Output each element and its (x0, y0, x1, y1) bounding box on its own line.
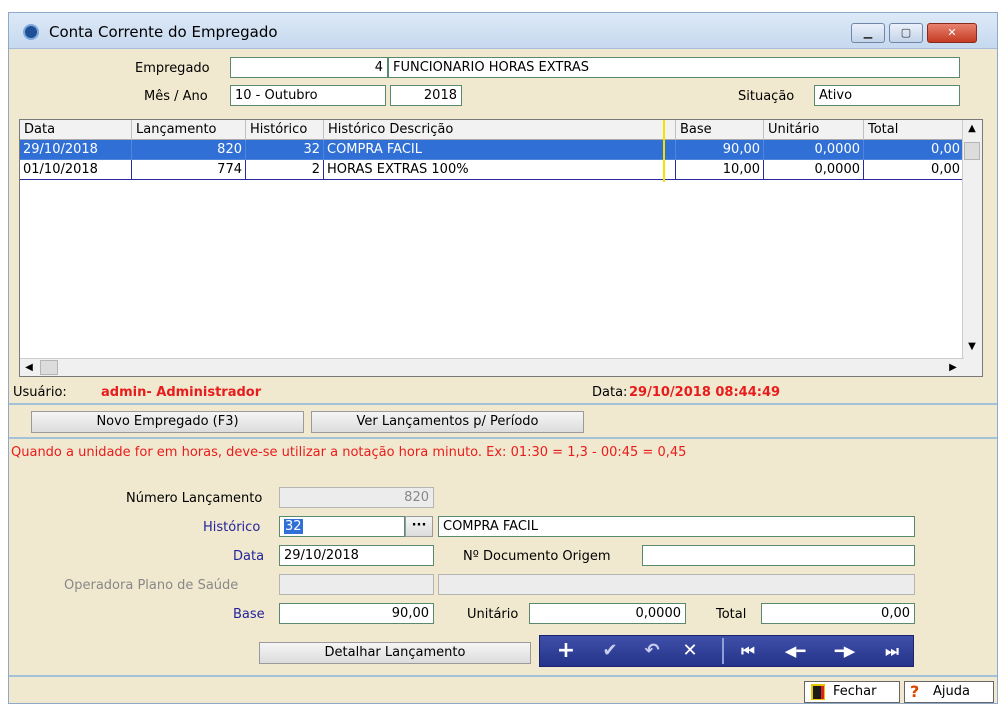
numero-lancamento-label: Número Lançamento (126, 491, 263, 506)
historico-lookup-button[interactable]: ··· (405, 516, 433, 537)
operadora-label: Operadora Plano de Saúde (64, 578, 239, 593)
main-window: Conta Corrente do Empregado ▁ ▢ ✕ Empreg… (8, 12, 998, 704)
app-icon (23, 24, 39, 40)
window-title: Conta Corrente do Empregado (49, 23, 278, 41)
first-record-icon[interactable]: ⏮ (732, 638, 764, 664)
base-field[interactable]: 90,00 (279, 603, 434, 624)
cell-base: 90,00 (676, 140, 764, 160)
cell-historico: 2 (246, 160, 324, 180)
next-record-icon[interactable]: ━▶ (820, 638, 870, 664)
unitario-field[interactable]: 0,0000 (529, 603, 686, 624)
separator (9, 437, 997, 439)
col-header-lancamento[interactable]: Lançamento (132, 120, 246, 140)
mes-ano-label: Mês / Ano (144, 89, 208, 104)
cell-descricao: HORAS EXTRAS 100% (324, 160, 676, 180)
total-label: Total (716, 607, 747, 622)
operadora-descricao-field (438, 574, 915, 595)
col-header-base[interactable]: Base (676, 120, 764, 140)
operadora-code-field (279, 574, 434, 595)
cell-total: 0,00 (864, 160, 964, 180)
cell-base: 10,00 (676, 160, 764, 180)
lancamentos-grid[interactable]: Data Lançamento Histórico Histórico Desc… (19, 119, 983, 377)
data-field-label: Data (233, 549, 265, 564)
col-header-total[interactable]: Total (864, 120, 964, 140)
ano-field[interactable]: 2018 (390, 85, 462, 106)
empregado-label: Empregado (135, 61, 210, 76)
cell-historico: 32 (246, 140, 324, 160)
mes-field[interactable]: 10 - Outubro (230, 85, 386, 106)
col-header-unitario[interactable]: Unitário (764, 120, 864, 140)
footer-bar: Fechar ? Ajuda (9, 675, 997, 703)
hours-notice: Quando a unidade for em horas, deve-se u… (11, 445, 687, 460)
documento-origem-field[interactable] (642, 545, 915, 566)
fechar-label: Fechar (833, 684, 877, 699)
cell-data: 01/10/2018 (20, 160, 132, 180)
fechar-button[interactable]: Fechar (804, 681, 900, 703)
cell-lancamento: 820 (132, 140, 246, 160)
historico-descricao-field[interactable]: COMPRA FACIL (438, 516, 915, 537)
close-button[interactable]: ✕ (927, 23, 977, 43)
cell-data: 29/10/2018 (20, 140, 132, 160)
documento-origem-label: Nº Documento Origem (463, 549, 611, 564)
cell-unitario: 0,0000 (764, 140, 864, 160)
empregado-code-field[interactable]: 4 (230, 57, 388, 78)
total-field[interactable]: 0,00 (761, 603, 915, 624)
col-header-descricao[interactable]: Histórico Descrição (324, 120, 676, 140)
data-field[interactable]: 29/10/2018 (279, 545, 434, 566)
usuario-label: Usuário: (13, 385, 67, 400)
vertical-scroll-thumb[interactable] (964, 142, 980, 160)
cancel-icon[interactable]: ✕ (672, 638, 708, 664)
col-header-data[interactable]: Data (20, 120, 132, 140)
data-value: 29/10/2018 08:44:49 (629, 385, 781, 400)
unitario-label: Unitário (467, 607, 519, 622)
historico-field[interactable]: 32 (279, 516, 405, 537)
scroll-left-icon[interactable]: ◀ (20, 359, 38, 376)
col-header-historico[interactable]: Histórico (246, 120, 324, 140)
situacao-label: Situação (738, 89, 795, 104)
empregado-name-field[interactable]: FUNCIONARIO HORAS EXTRAS (388, 57, 960, 78)
prev-record-icon[interactable]: ◀━ (770, 638, 820, 664)
confirm-icon[interactable]: ✔ (590, 638, 630, 664)
grid-header: Data Lançamento Histórico Histórico Desc… (20, 120, 964, 140)
novo-empregado-button[interactable]: Novo Empregado (F3) (31, 411, 304, 433)
detalhar-lancamento-button[interactable]: Detalhar Lançamento (259, 642, 531, 664)
historico-value: 32 (284, 519, 303, 534)
ajuda-label: Ajuda (933, 684, 970, 699)
data-label: Data: (592, 385, 628, 400)
table-row[interactable]: 29/10/2018 820 32 COMPRA FACIL 90,00 0,0… (20, 140, 964, 160)
horizontal-scrollbar[interactable]: ◀ ▶ (20, 358, 964, 376)
base-label: Base (233, 607, 265, 622)
ajuda-button[interactable]: ? Ajuda (904, 681, 994, 703)
separator (9, 403, 997, 405)
ver-lancamentos-button[interactable]: Ver Lançamentos p/ Período (311, 411, 584, 433)
cell-descricao: COMPRA FACIL (324, 140, 676, 160)
exit-door-icon (810, 684, 826, 700)
maximize-button[interactable]: ▢ (889, 23, 923, 43)
column-marker-line (663, 120, 665, 182)
table-row[interactable]: 01/10/2018 774 2 HORAS EXTRAS 100% 10,00… (20, 160, 964, 180)
situacao-field[interactable]: Ativo (814, 85, 960, 106)
cell-unitario: 0,0000 (764, 160, 864, 180)
numero-lancamento-field: 820 (279, 487, 434, 508)
scroll-right-icon[interactable]: ▶ (944, 359, 962, 376)
record-navigation-bar: + ✔ ↶ ✕ ⏮ ◀━ ━▶ ⏭ (539, 635, 914, 667)
minimize-button[interactable]: ▁ (851, 23, 885, 43)
undo-icon[interactable]: ↶ (634, 638, 670, 664)
cell-total: 0,00 (864, 140, 964, 160)
add-icon[interactable]: + (548, 638, 584, 664)
last-record-icon[interactable]: ⏭ (876, 638, 908, 664)
usuario-value: admin- Administrador (101, 385, 262, 400)
scroll-up-icon[interactable]: ▲ (963, 120, 981, 138)
help-question-icon: ? (910, 682, 920, 701)
scroll-down-icon[interactable]: ▼ (963, 338, 981, 356)
historico-label: Histórico (203, 520, 261, 535)
nav-divider (722, 638, 724, 664)
horizontal-scroll-thumb[interactable] (40, 360, 58, 375)
title-bar[interactable]: Conta Corrente do Empregado ▁ ▢ ✕ (9, 13, 997, 49)
cell-lancamento: 774 (132, 160, 246, 180)
vertical-scrollbar[interactable]: ▲ ▼ (962, 120, 982, 376)
